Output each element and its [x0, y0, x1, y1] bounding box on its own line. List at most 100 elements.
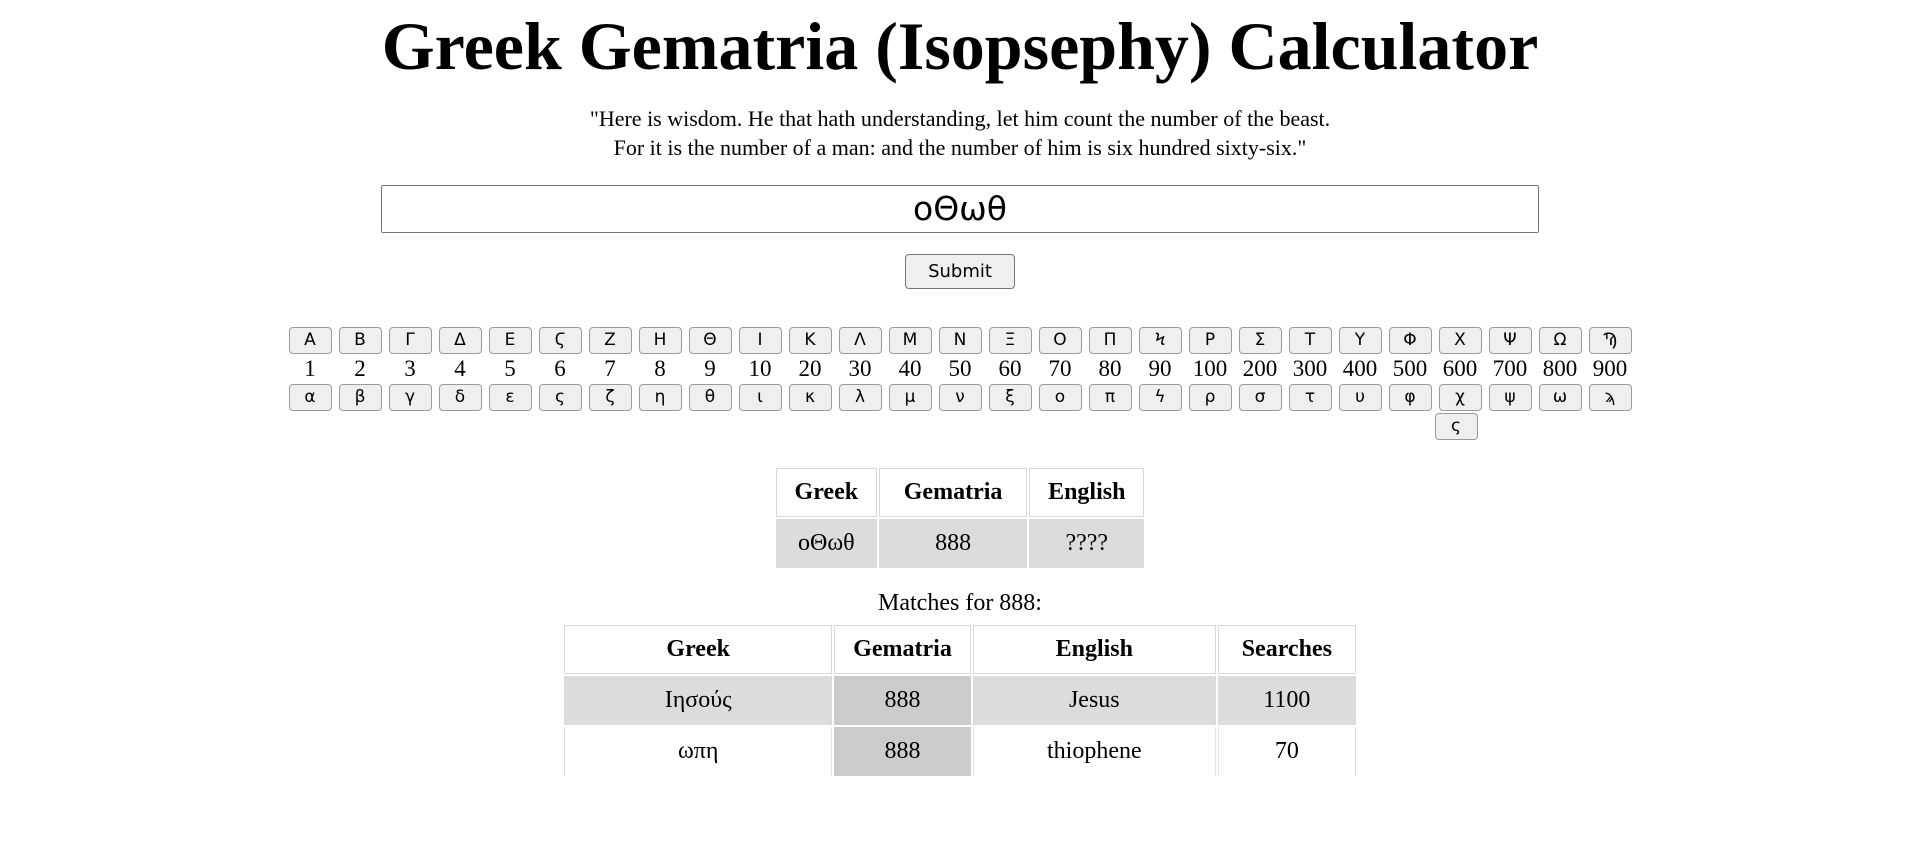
key-uppercase-30[interactable]: Λ: [838, 326, 882, 354]
result-header-row: Greek Gematria English: [775, 467, 1145, 517]
match-cell-english: thiophene: [972, 726, 1216, 776]
match-cell-gematria: 888: [834, 675, 971, 725]
key-lowercase-30[interactable]: λ: [838, 383, 882, 411]
key-uppercase-500[interactable]: Φ: [1388, 326, 1432, 354]
greek-word-input[interactable]: [381, 184, 1539, 233]
key-lowercase-800[interactable]: ω: [1538, 383, 1582, 411]
key-uppercase-4[interactable]: Δ: [438, 326, 482, 354]
keypad-columns: Α 1 α Β 2 β Γ 3 γ Δ 4 δ Ε 5 ε Ϛ 6 ς Ζ 7 ζ Η 8 η Θ 9 θ Ι 10 ι Κ 20 κ Λ 30 λ Μ…: [285, 326, 1635, 411]
key-value-10: 10: [748, 355, 772, 381]
key-uppercase-5[interactable]: Ε: [488, 326, 532, 354]
greek-letter-keypad: Α 1 α Β 2 β Γ 3 γ Δ 4 δ Ε 5 ε Ϛ 6 ς Ζ 7 ζ Η 8 η Θ 9 θ Ι 10 ι Κ 20 κ Λ 30 λ Μ…: [0, 289, 1920, 440]
key-lowercase-400[interactable]: υ: [1338, 383, 1382, 411]
key-lowercase-60[interactable]: ξ: [988, 383, 1032, 411]
key-value-7: 7: [604, 355, 616, 381]
key-uppercase-900[interactable]: Ϡ: [1588, 326, 1632, 354]
match-cell-searches: 70: [1217, 726, 1356, 776]
key-lowercase-10[interactable]: ι: [738, 383, 782, 411]
key-lowercase-4[interactable]: δ: [438, 383, 482, 411]
key-lowercase-600[interactable]: χ: [1438, 383, 1482, 411]
key-lowercase-200[interactable]: σ: [1238, 383, 1282, 411]
key-uppercase-300[interactable]: Τ: [1288, 326, 1332, 354]
key-uppercase-40[interactable]: Μ: [888, 326, 932, 354]
key-uppercase-50[interactable]: Ν: [938, 326, 982, 354]
key-uppercase-7[interactable]: Ζ: [588, 326, 632, 354]
input-row: [0, 163, 1920, 233]
key-lowercase-9[interactable]: θ: [688, 383, 732, 411]
key-uppercase-2[interactable]: Β: [338, 326, 382, 354]
key-uppercase-80[interactable]: Π: [1088, 326, 1132, 354]
key-uppercase-600[interactable]: Χ: [1438, 326, 1482, 354]
key-lowercase-50[interactable]: ν: [938, 383, 982, 411]
key-value-20: 20: [798, 355, 822, 381]
key-value-30: 30: [848, 355, 872, 381]
keypad-column: Ω 800 ω: [1535, 326, 1585, 411]
key-lowercase-7[interactable]: ζ: [588, 383, 632, 411]
key-uppercase-1[interactable]: Α: [288, 326, 332, 354]
keypad-extra-slot: ς: [1434, 412, 1478, 440]
key-uppercase-3[interactable]: Γ: [388, 326, 432, 354]
keypad-column: Σ 200 σ: [1235, 326, 1285, 411]
key-uppercase-100[interactable]: Ρ: [1188, 326, 1232, 354]
keypad-column: Κ 20 κ: [785, 326, 835, 411]
keypad-column: Ϡ 900 ϡ: [1585, 326, 1635, 411]
key-value-6: 6: [554, 355, 566, 381]
keypad-column: Χ 600 χ: [1435, 326, 1485, 411]
key-lowercase-5[interactable]: ε: [488, 383, 532, 411]
key-lowercase-300[interactable]: τ: [1288, 383, 1332, 411]
key-lowercase-2[interactable]: β: [338, 383, 382, 411]
page-title: Greek Gematria (Isopsephy) Calculator: [381, 8, 1539, 84]
matches-table: Greek Gematria English Searches Ιησούς 88…: [562, 623, 1358, 778]
key-lowercase-500[interactable]: φ: [1388, 383, 1432, 411]
key-uppercase-200[interactable]: Σ: [1238, 326, 1282, 354]
key-uppercase-8[interactable]: Η: [638, 326, 682, 354]
key-final-sigma[interactable]: ς: [1434, 412, 1478, 440]
result-header-english: English: [1029, 467, 1145, 517]
key-lowercase-900[interactable]: ϡ: [1588, 383, 1632, 411]
keypad-column: Π 80 π: [1085, 326, 1135, 411]
key-uppercase-400[interactable]: Υ: [1338, 326, 1382, 354]
result-cell-gematria: 888: [879, 518, 1028, 568]
key-uppercase-70[interactable]: Ο: [1038, 326, 1082, 354]
key-uppercase-90[interactable]: Ϟ: [1138, 326, 1182, 354]
keypad-column: Ξ 60 ξ: [985, 326, 1035, 411]
key-lowercase-100[interactable]: ρ: [1188, 383, 1232, 411]
key-lowercase-8[interactable]: η: [638, 383, 682, 411]
key-lowercase-1[interactable]: α: [288, 383, 332, 411]
table-row: οΘωθ 888 ????: [775, 518, 1145, 568]
key-value-5: 5: [504, 355, 516, 381]
matches-header-gematria: Gematria: [834, 624, 971, 674]
key-lowercase-40[interactable]: μ: [888, 383, 932, 411]
match-cell-greek: Ιησούς: [564, 675, 833, 725]
key-uppercase-700[interactable]: Ψ: [1488, 326, 1532, 354]
key-value-4: 4: [454, 355, 466, 381]
key-lowercase-70[interactable]: ο: [1038, 383, 1082, 411]
key-lowercase-90[interactable]: ϟ: [1138, 383, 1182, 411]
key-value-90: 90: [1148, 355, 1172, 381]
match-cell-gematria: 888: [834, 726, 971, 776]
key-lowercase-6[interactable]: ς: [538, 383, 582, 411]
key-value-600: 600: [1442, 355, 1478, 381]
key-value-900: 900: [1592, 355, 1628, 381]
key-value-800: 800: [1542, 355, 1578, 381]
matches-label: Matches for 888:: [878, 589, 1042, 616]
key-uppercase-9[interactable]: Θ: [688, 326, 732, 354]
key-uppercase-20[interactable]: Κ: [788, 326, 832, 354]
key-value-300: 300: [1292, 355, 1328, 381]
key-uppercase-800[interactable]: Ω: [1538, 326, 1582, 354]
result-section: Greek Gematria English οΘωθ 888 ????: [0, 440, 1920, 570]
keypad-column: Δ4δ: [435, 326, 485, 411]
keypad-column: Λ 30 λ: [835, 326, 885, 411]
key-lowercase-80[interactable]: π: [1088, 383, 1132, 411]
key-uppercase-60[interactable]: Ξ: [988, 326, 1032, 354]
key-value-1: 1: [304, 355, 316, 381]
submit-button[interactable]: Submit: [905, 253, 1015, 289]
key-uppercase-10[interactable]: Ι: [738, 326, 782, 354]
matches-header-row: Greek Gematria English Searches: [564, 624, 1356, 674]
key-lowercase-700[interactable]: ψ: [1488, 383, 1532, 411]
key-value-700: 700: [1492, 355, 1528, 381]
key-lowercase-20[interactable]: κ: [788, 383, 832, 411]
key-uppercase-6[interactable]: Ϛ: [538, 326, 582, 354]
key-value-80: 80: [1098, 355, 1122, 381]
key-lowercase-3[interactable]: γ: [388, 383, 432, 411]
